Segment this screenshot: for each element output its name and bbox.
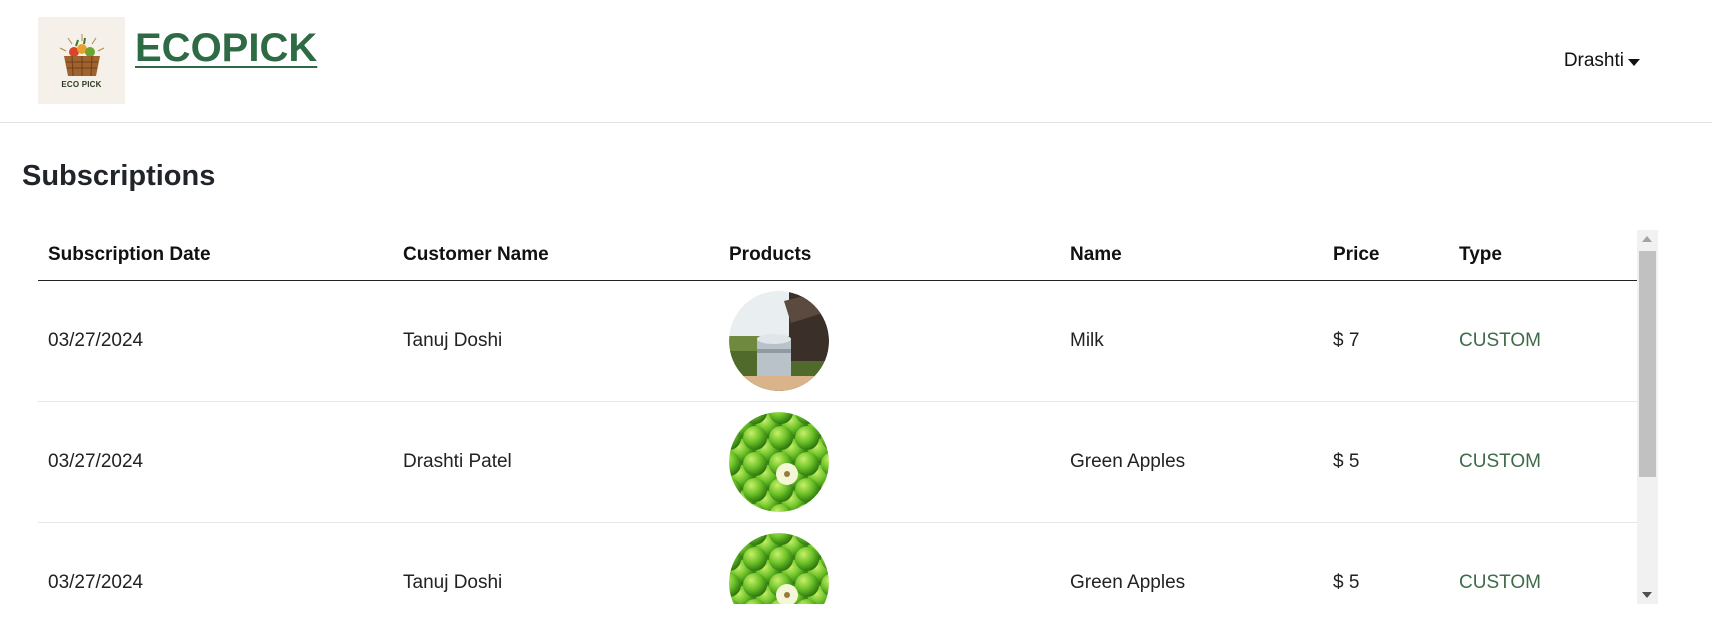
product-cell <box>719 522 1060 604</box>
table-row: 03/27/2024 Tanuj Doshi Green Apples $ 5 … <box>38 522 1637 604</box>
subscription-type: CUSTOM <box>1449 280 1637 402</box>
table-row: 03/27/2024 Tanuj Doshi Milk $ 7 CUSTOM <box>38 280 1637 402</box>
column-header: Price <box>1323 230 1449 281</box>
table-header-row: Subscription Date Customer Name Products… <box>38 230 1637 281</box>
brand-link[interactable]: ECOPICK <box>135 26 317 71</box>
caret-down-icon <box>1628 58 1640 66</box>
subscription-type: CUSTOM <box>1449 401 1637 523</box>
user-menu-dropdown[interactable]: Drashti <box>1564 50 1640 72</box>
table-scrollbar[interactable] <box>1637 230 1658 604</box>
price: $ 5 <box>1323 522 1449 604</box>
subscriptions-table: Subscription Date Customer Name Products… <box>38 230 1637 604</box>
customer-name: Drashti Patel <box>393 401 719 523</box>
green-apples-image <box>729 532 829 604</box>
logo[interactable]: ECO PICK <box>38 17 125 104</box>
page-title: Subscriptions <box>22 160 216 192</box>
green-apples-image <box>729 411 829 512</box>
product-name: Green Apples <box>1060 401 1323 523</box>
column-header: Type <box>1449 230 1637 281</box>
price: $ 7 <box>1323 280 1449 402</box>
milk-image <box>729 290 829 391</box>
product-cell <box>719 401 1060 523</box>
logo-caption: ECO PICK <box>61 80 102 89</box>
table-row: 03/27/2024 Drashti Patel Green Apples $ … <box>38 401 1637 523</box>
column-header: Products <box>719 230 1060 281</box>
basket-logo-icon <box>59 34 104 77</box>
subscription-date: 03/27/2024 <box>38 401 393 523</box>
column-header: Customer Name <box>393 230 719 281</box>
scrollbar-thumb[interactable] <box>1639 251 1656 477</box>
price: $ 5 <box>1323 401 1449 523</box>
customer-name: Tanuj Doshi <box>393 522 719 604</box>
product-name: Milk <box>1060 280 1323 402</box>
top-navbar: ECO PICK ECOPICK Drashti <box>0 0 1712 123</box>
product-cell <box>719 280 1060 402</box>
customer-name: Tanuj Doshi <box>393 280 719 402</box>
scroll-down-arrow-icon[interactable] <box>1642 592 1652 598</box>
subscriptions-table-container: Subscription Date Customer Name Products… <box>38 230 1658 604</box>
column-header: Subscription Date <box>38 230 393 281</box>
scroll-up-arrow-icon[interactable] <box>1642 236 1652 242</box>
subscription-date: 03/27/2024 <box>38 522 393 604</box>
product-name: Green Apples <box>1060 522 1323 604</box>
subscription-date: 03/27/2024 <box>38 280 393 402</box>
user-name: Drashti <box>1563 50 1624 71</box>
subscription-type: CUSTOM <box>1449 522 1637 604</box>
column-header: Name <box>1060 230 1323 281</box>
